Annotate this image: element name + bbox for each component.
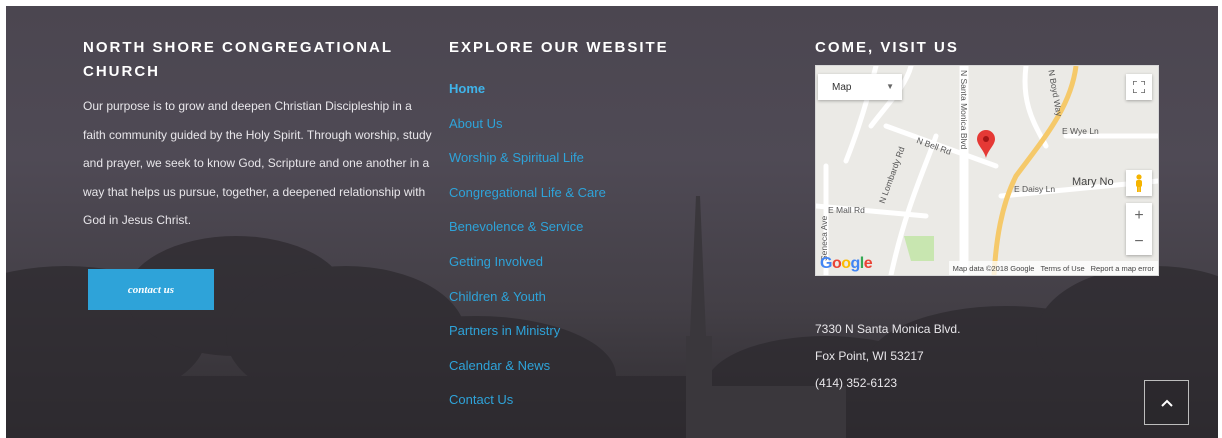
road-label-wye: E Wye Ln: [1062, 126, 1099, 136]
explore-title: EXPLORE OUR WEBSITE: [449, 39, 669, 56]
about-text: Our purpose is to grow and deepen Christ…: [83, 99, 432, 227]
google-map[interactable]: N Santa Monica Blvd N Bell Rd N Lombardy…: [815, 65, 1159, 276]
road-label-daisy: E Daisy Ln: [1014, 184, 1056, 194]
google-logo: Google: [820, 255, 873, 272]
chevron-down-icon: ▼: [886, 82, 894, 91]
phone-number[interactable]: (414) 352-6123: [815, 370, 960, 397]
nav-link-benevolence[interactable]: Benevolence & Service: [449, 210, 606, 245]
address-line-1: 7330 N Santa Monica Blvd.: [815, 322, 961, 336]
zoom-in-button[interactable]: +: [1126, 203, 1152, 229]
map-attribution: Map data ©2018 Google Terms of Use Repor…: [948, 261, 1158, 275]
fullscreen-icon: [1133, 81, 1145, 93]
fullscreen-button[interactable]: [1126, 74, 1152, 100]
terms-of-use-link[interactable]: Terms of Use: [1040, 264, 1084, 273]
street-view-pegman[interactable]: [1126, 170, 1152, 196]
nav-link-about-us[interactable]: About Us: [449, 107, 606, 142]
visit-title: COME, VISIT US: [815, 39, 959, 56]
address-line-2: Fox Point, WI 53217: [815, 349, 924, 363]
zoom-out-button[interactable]: −: [1126, 229, 1152, 255]
nav-link-worship[interactable]: Worship & Spiritual Life: [449, 141, 606, 176]
scroll-to-top-button[interactable]: [1144, 380, 1189, 425]
nav-link-children-youth[interactable]: Children & Youth: [449, 280, 606, 315]
nav-link-getting-involved[interactable]: Getting Involved: [449, 245, 606, 280]
map-data-credit: Map data ©2018 Google: [952, 263, 1035, 273]
map-type-selector[interactable]: Map ▼: [818, 74, 902, 100]
nav-link-congregational-life[interactable]: Congregational Life & Care: [449, 176, 606, 211]
road-label-mall: E Mall Rd: [828, 205, 865, 215]
about-title: NORTH SHORE CONGREGATIONAL CHURCH: [83, 39, 393, 80]
nav-link-partners[interactable]: Partners in Ministry: [449, 314, 606, 349]
site-footer: NORTH SHORE CONGREGATIONAL CHURCH Our pu…: [6, 6, 1218, 438]
pegman-icon: [1136, 174, 1142, 192]
contact-us-button[interactable]: contact us: [88, 269, 214, 310]
nav-link-calendar-news[interactable]: Calendar & News: [449, 349, 606, 384]
report-map-error-link[interactable]: Report a map error: [1091, 264, 1154, 273]
chevron-up-icon: [1160, 399, 1173, 407]
poi-label: Mary No: [1072, 176, 1114, 188]
footer-nav: Home About Us Worship & Spiritual Life C…: [449, 72, 606, 418]
map-type-label: Map: [832, 81, 852, 93]
nav-link-home[interactable]: Home: [449, 72, 606, 107]
road-label-santa-monica: N Santa Monica Blvd: [959, 70, 969, 150]
zoom-controls: + −: [1126, 203, 1152, 255]
nav-link-contact-us[interactable]: Contact Us: [449, 383, 606, 418]
address-block: 7330 N Santa Monica Blvd. Fox Point, WI …: [815, 316, 960, 397]
